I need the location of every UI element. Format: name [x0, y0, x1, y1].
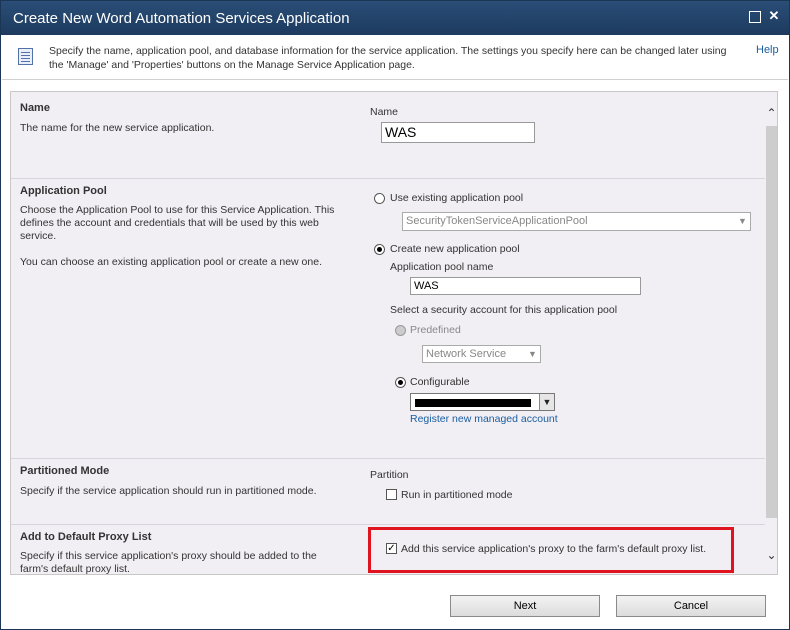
- create-new-radio[interactable]: [374, 244, 385, 255]
- dialog-title: Create New Word Automation Services Appl…: [13, 10, 350, 27]
- form-panel: Name The name for the new service applic…: [10, 91, 778, 575]
- predefined-radio[interactable]: [395, 325, 406, 336]
- configurable-label: Configurable: [410, 376, 470, 388]
- pool-section-title: Application Pool: [20, 185, 107, 197]
- predefined-label: Predefined: [410, 324, 461, 336]
- use-existing-radio[interactable]: [374, 193, 385, 204]
- managed-account-select[interactable]: ▼: [410, 393, 555, 411]
- name-section: Name The name for the new service applic…: [11, 92, 765, 178]
- close-icon[interactable]: ✕: [767, 9, 781, 23]
- chevron-down-icon: ▼: [539, 394, 554, 410]
- partitioned-mode-section: Partitioned Mode Specify if the service …: [11, 458, 765, 525]
- pool-name-label: Application pool name: [390, 261, 494, 273]
- name-section-title: Name: [20, 102, 50, 114]
- scroll-thumb[interactable]: [766, 126, 777, 518]
- maximize-icon[interactable]: [749, 11, 761, 23]
- dialog-window: Create New Word Automation Services Appl…: [0, 0, 790, 630]
- chevron-down-icon: ▼: [738, 216, 747, 226]
- security-account-label: Select a security account for this appli…: [390, 304, 618, 316]
- info-text: Specify the name, application pool, and …: [49, 45, 727, 71]
- chevron-down-icon: ▼: [528, 349, 537, 359]
- partition-section-title: Partitioned Mode: [20, 465, 110, 477]
- application-pool-section: Application Pool Choose the Application …: [11, 178, 765, 459]
- red-highlight-box: [368, 527, 734, 573]
- partition-field-label: Partition: [370, 469, 409, 481]
- partitioned-mode-checkbox[interactable]: [386, 489, 397, 500]
- use-existing-label: Use existing application pool: [390, 192, 524, 204]
- pool-section-desc: Choose the Application Pool to use for t…: [20, 204, 335, 242]
- title-bar: Create New Word Automation Services Appl…: [1, 1, 789, 35]
- proxy-section-desc: Specify if this service application's pr…: [20, 550, 317, 575]
- proxy-section-title: Add to Default Proxy List: [20, 531, 152, 543]
- name-input[interactable]: WAS: [381, 122, 535, 143]
- partition-section-desc: Specify if the service application shoul…: [20, 485, 317, 497]
- partitioned-mode-label: Run in partitioned mode: [401, 489, 513, 501]
- next-button[interactable]: Next: [450, 595, 600, 617]
- redacted-account: [415, 399, 531, 407]
- pool-section-desc-2: You can choose an existing application p…: [20, 256, 322, 268]
- name-field-label: Name: [370, 106, 399, 118]
- name-section-desc: The name for the new service application…: [20, 122, 215, 134]
- help-link[interactable]: Help: [756, 44, 779, 56]
- scroll-down-icon[interactable]: ⌄: [765, 548, 777, 562]
- existing-pool-select[interactable]: SecurityTokenServiceApplicationPool ▼: [402, 212, 751, 231]
- document-icon: [18, 48, 33, 65]
- vertical-scrollbar[interactable]: ⌃ ⌄: [765, 92, 777, 574]
- predefined-select[interactable]: Network Service ▼: [422, 345, 541, 363]
- register-managed-account-link[interactable]: Register new managed account: [410, 413, 558, 425]
- info-bar: Specify the name, application pool, and …: [2, 35, 788, 80]
- cancel-button[interactable]: Cancel: [616, 595, 766, 617]
- scroll-up-icon[interactable]: ⌃: [765, 106, 777, 120]
- predefined-value: Network Service: [426, 348, 507, 360]
- create-new-label: Create new application pool: [390, 243, 520, 255]
- pool-name-input[interactable]: WAS: [410, 277, 641, 295]
- configurable-radio[interactable]: [395, 377, 406, 388]
- existing-pool-value: SecurityTokenServiceApplicationPool: [406, 215, 588, 227]
